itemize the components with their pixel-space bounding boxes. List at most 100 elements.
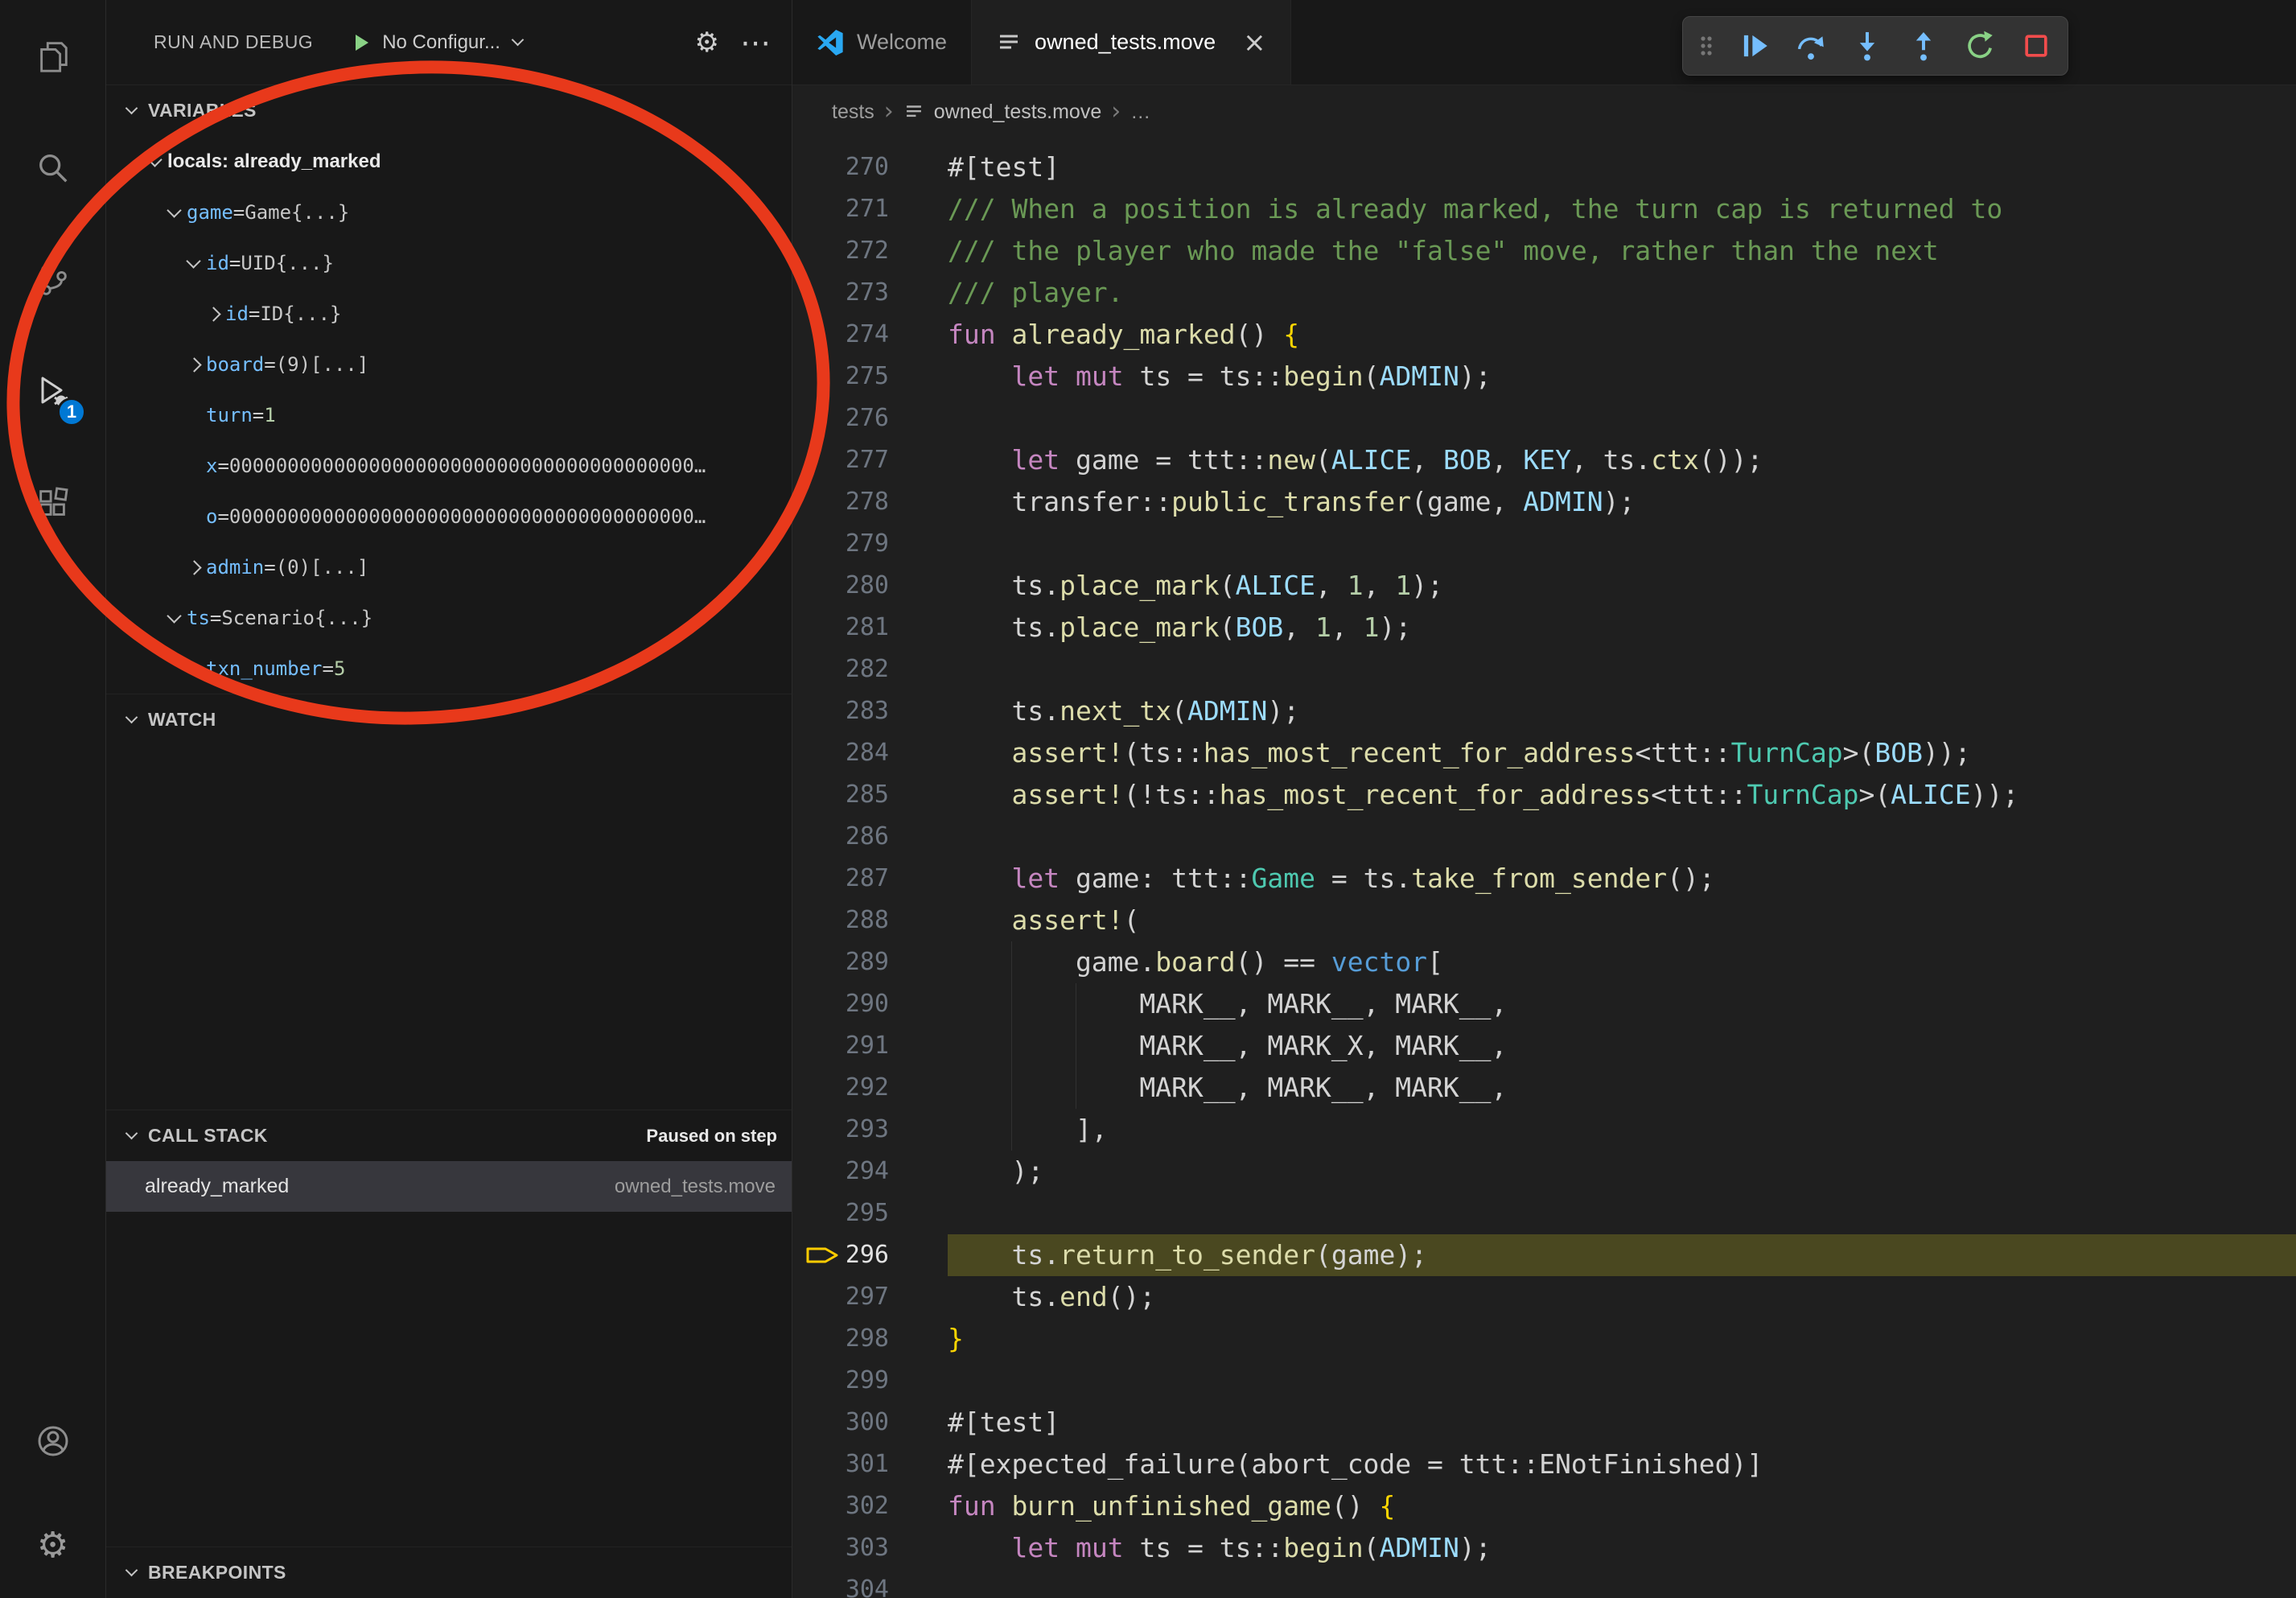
gutter-margin[interactable] <box>792 1569 841 1598</box>
run-and-debug-button[interactable]: 1 <box>0 336 105 447</box>
code-line-276[interactable]: 276 <box>792 397 2296 439</box>
code-line-285[interactable]: 285 assert!(!ts::has_most_recent_for_add… <box>792 774 2296 816</box>
chevron-down-icon[interactable] <box>163 606 187 630</box>
gutter-margin[interactable] <box>792 272 841 314</box>
code-line-286[interactable]: 286 <box>792 816 2296 858</box>
variables-section-header[interactable]: VARIABLES <box>106 84 792 136</box>
gutter-margin[interactable] <box>792 900 841 941</box>
code-line-296[interactable]: 296 ts.return_to_sender(game); <box>792 1234 2296 1276</box>
line-number[interactable]: 300 <box>841 1402 889 1444</box>
gutter-margin[interactable] <box>792 1485 841 1527</box>
gutter-margin[interactable] <box>792 690 841 732</box>
chevron-right-icon[interactable] <box>182 352 206 377</box>
gutter-margin[interactable] <box>792 732 841 774</box>
gutter-margin[interactable] <box>792 1444 841 1485</box>
line-number[interactable]: 303 <box>841 1527 889 1569</box>
code-line-289[interactable]: 289 game.board() == vector[ <box>792 941 2296 983</box>
search-button[interactable] <box>0 112 105 224</box>
step-over-button[interactable] <box>1794 29 1828 63</box>
line-number[interactable]: 301 <box>841 1444 889 1485</box>
line-number[interactable]: 276 <box>841 397 889 439</box>
gutter-margin[interactable] <box>792 649 841 690</box>
line-number[interactable]: 298 <box>841 1318 889 1360</box>
code-line-274[interactable]: 274fun already_marked() { <box>792 314 2296 356</box>
gutter-margin[interactable] <box>792 1402 841 1444</box>
code-line-294[interactable]: 294 ); <box>792 1151 2296 1192</box>
line-number[interactable]: 293 <box>841 1109 889 1151</box>
more-actions-icon[interactable]: ⋯ <box>740 27 771 58</box>
gutter-margin[interactable] <box>792 1192 841 1234</box>
line-number[interactable]: 290 <box>841 983 889 1025</box>
gutter-margin[interactable] <box>792 858 841 900</box>
code-line-278[interactable]: 278 transfer::public_transfer(game, ADMI… <box>792 481 2296 523</box>
code-line-298[interactable]: 298} <box>792 1318 2296 1360</box>
breadcrumb-item-file[interactable]: owned_tests.move <box>934 101 1101 124</box>
variable-row-turn[interactable]: turn = 1 <box>106 389 792 440</box>
code-line-280[interactable]: 280 ts.place_mark(ALICE, 1, 1); <box>792 565 2296 607</box>
variable-row-ts[interactable]: ts = Scenario{...} <box>106 592 792 643</box>
close-icon[interactable]: × <box>1243 29 1266 56</box>
line-number[interactable]: 283 <box>841 690 889 732</box>
scope-row[interactable]: locals: already_marked <box>106 136 792 187</box>
step-out-button[interactable] <box>1907 29 1940 63</box>
line-number[interactable]: 288 <box>841 900 889 941</box>
variable-row-txn_number[interactable]: txn_number = 5 <box>106 643 792 694</box>
gutter-margin[interactable] <box>792 1067 841 1109</box>
line-number[interactable]: 284 <box>841 732 889 774</box>
variable-row-id[interactable]: id = UID{...} <box>106 237 792 288</box>
debug-settings-gear-icon[interactable]: ⚙ <box>695 29 719 56</box>
code-line-281[interactable]: 281 ts.place_mark(BOB, 1, 1); <box>792 607 2296 649</box>
chevron-down-icon[interactable] <box>143 150 167 174</box>
gutter-margin[interactable] <box>792 523 841 565</box>
gutter-margin[interactable] <box>792 1025 841 1067</box>
code-line-272[interactable]: 272/// the player who made the "false" m… <box>792 230 2296 272</box>
gutter-margin[interactable] <box>792 439 841 481</box>
line-number[interactable]: 277 <box>841 439 889 481</box>
gutter-margin[interactable] <box>792 774 841 816</box>
call-stack-frame[interactable]: already_markedowned_tests.move <box>106 1161 792 1212</box>
line-number[interactable]: 296 <box>841 1234 889 1276</box>
breadcrumb-item-symbol[interactable]: … <box>1130 101 1150 124</box>
code-line-270[interactable]: 270#[test] <box>792 146 2296 188</box>
gutter-margin[interactable] <box>792 230 841 272</box>
code-lines[interactable]: 270#[test]271/// When a position is alre… <box>792 138 2296 1598</box>
line-number[interactable]: 304 <box>841 1569 889 1598</box>
code-line-292[interactable]: 292 MARK__, MARK__, MARK__, <box>792 1067 2296 1109</box>
step-into-button[interactable] <box>1850 29 1884 63</box>
line-number[interactable]: 297 <box>841 1276 889 1318</box>
gutter-margin[interactable] <box>792 146 841 188</box>
gutter-margin[interactable] <box>792 1360 841 1402</box>
continue-button[interactable] <box>1738 29 1771 63</box>
gutter-margin[interactable] <box>792 816 841 858</box>
line-number[interactable]: 278 <box>841 481 889 523</box>
account-button[interactable] <box>0 1389 105 1493</box>
chevron-down-icon[interactable] <box>163 200 187 224</box>
variable-row-id[interactable]: id = ID{...} <box>106 288 792 339</box>
line-number[interactable]: 274 <box>841 314 889 356</box>
line-number[interactable]: 299 <box>841 1360 889 1402</box>
line-number[interactable]: 292 <box>841 1067 889 1109</box>
line-number[interactable]: 291 <box>841 1025 889 1067</box>
code-line-288[interactable]: 288 assert!( <box>792 900 2296 941</box>
restart-button[interactable] <box>1963 29 1997 63</box>
breadcrumb-item-tests[interactable]: tests <box>832 101 874 124</box>
chevron-right-icon[interactable] <box>182 555 206 579</box>
code-line-290[interactable]: 290 MARK__, MARK__, MARK__, <box>792 983 2296 1025</box>
code-line-271[interactable]: 271/// When a position is already marked… <box>792 188 2296 230</box>
line-number[interactable]: 302 <box>841 1485 889 1527</box>
code-line-279[interactable]: 279 <box>792 523 2296 565</box>
settings-button[interactable]: ⚙ <box>0 1493 105 1598</box>
variable-row-board[interactable]: board = (9)[...] <box>106 339 792 389</box>
code-line-293[interactable]: 293 ], <box>792 1109 2296 1151</box>
code-line-283[interactable]: 283 ts.next_tx(ADMIN); <box>792 690 2296 732</box>
variable-row-o[interactable]: o = 000000000000000000000000000000000000… <box>106 491 792 542</box>
code-line-303[interactable]: 303 let mut ts = ts::begin(ADMIN); <box>792 1527 2296 1569</box>
watch-section-header[interactable]: WATCH <box>106 694 792 745</box>
extensions-button[interactable] <box>0 447 105 559</box>
gutter-margin[interactable] <box>792 607 841 649</box>
code-line-277[interactable]: 277 let game = ttt::new(ALICE, BOB, KEY,… <box>792 439 2296 481</box>
code-line-282[interactable]: 282 <box>792 649 2296 690</box>
gutter-margin[interactable] <box>792 314 841 356</box>
line-number[interactable]: 285 <box>841 774 889 816</box>
gutter-margin[interactable] <box>792 1318 841 1360</box>
